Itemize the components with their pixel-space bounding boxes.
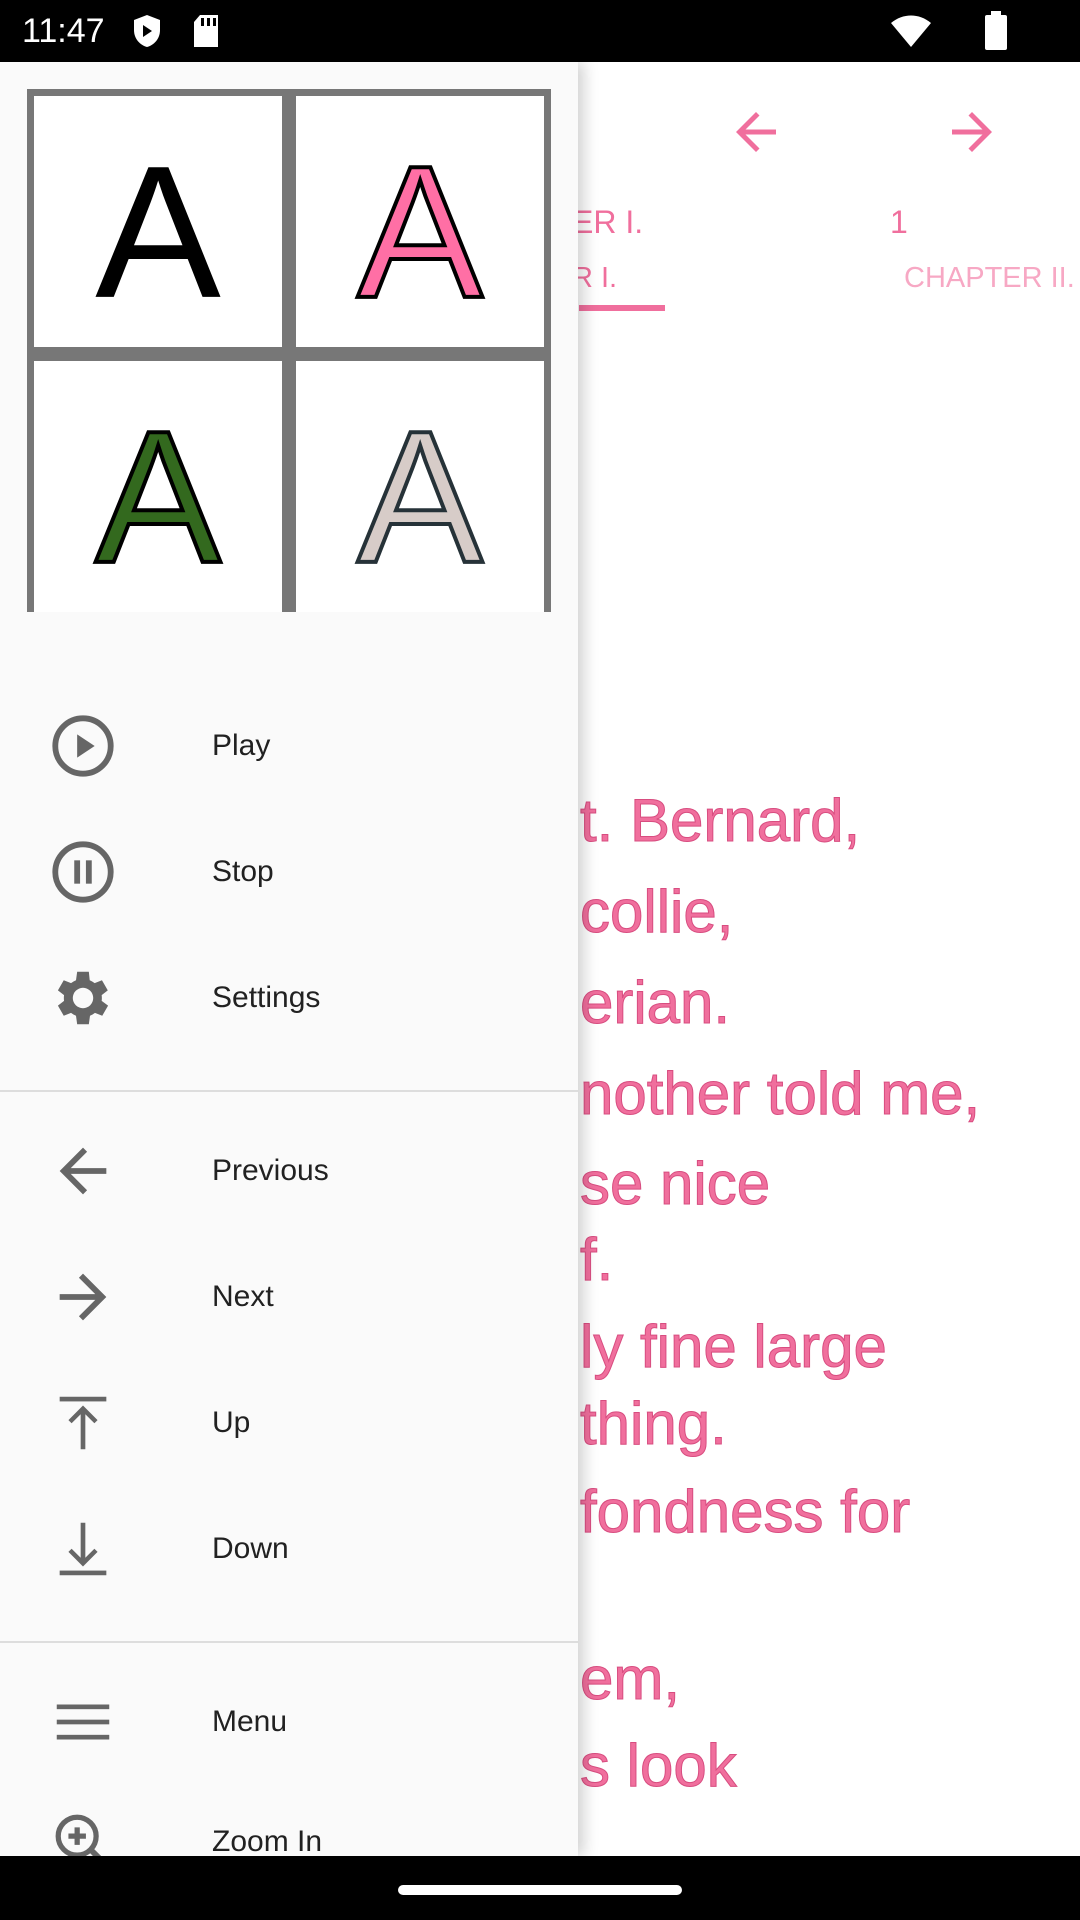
text-line: t. Bernard, (579, 787, 861, 855)
tab-indicator (579, 305, 665, 311)
letter-a-icon: A (355, 389, 485, 604)
menu-item-label: Stop (212, 855, 274, 888)
menu-item-label: Zoom In (212, 1825, 323, 1856)
tab-chapter-1[interactable]: R I. (572, 262, 617, 295)
wifi-icon (891, 15, 931, 47)
menu-item-play[interactable]: Play (0, 691, 578, 801)
menu-item-label: Play (212, 729, 271, 762)
tab-chapter-2[interactable]: CHAPTER II. (904, 262, 1075, 295)
letter-a-icon: A (95, 126, 221, 337)
svg-text:A: A (357, 391, 483, 602)
text-line: collie, (579, 878, 734, 946)
text-line: em, (579, 1645, 681, 1713)
menu-item-stop[interactable]: Stop (0, 817, 578, 927)
svg-text:A: A (357, 126, 483, 337)
pause-circle-icon (52, 841, 114, 903)
text-line: thing. (580, 1390, 728, 1458)
menu-item-label: Settings (212, 981, 321, 1014)
menu-item-label: Next (212, 1280, 274, 1313)
menu-item-label: Down (212, 1532, 289, 1565)
text-line: s look (580, 1732, 738, 1800)
text-line: se nice (579, 1150, 771, 1218)
font-style-option[interactable]: A (296, 361, 544, 613)
text-line: erian. (579, 969, 731, 1037)
page-number: 1 (890, 204, 908, 240)
play-circle-icon (52, 715, 114, 777)
menu-item-down[interactable]: Down (0, 1494, 578, 1604)
menu-item-label: Previous (212, 1154, 329, 1187)
arrow-down-bar-icon (59, 1522, 107, 1576)
menu-item-label: Menu (212, 1705, 288, 1738)
prev-page-button[interactable] (726, 102, 786, 162)
navigation-bar (0, 1856, 1080, 1920)
menu-item-zoom-in[interactable]: Zoom In (0, 1787, 578, 1856)
navigation-drawer: AAAA Play Stop Settings Previous Next Up Down M… (0, 62, 578, 1856)
font-style-option[interactable]: A (34, 361, 282, 613)
text-line: fondness for (579, 1478, 911, 1546)
font-style-option[interactable]: A (296, 96, 544, 348)
clock: 11:47 (22, 12, 105, 50)
menu-item-previous[interactable]: Previous (0, 1116, 578, 1226)
zoom-in-icon (55, 1814, 102, 1856)
next-page-button[interactable] (942, 102, 1002, 162)
divider (0, 1090, 578, 1092)
arrow-right-icon (59, 1273, 107, 1321)
chapter-title: ER I. (572, 204, 644, 240)
arrow-up-bar-icon (59, 1396, 107, 1450)
text-line: ly fine large (580, 1313, 888, 1381)
menu-item-menu[interactable]: Menu (0, 1667, 578, 1777)
text-line: f. (579, 1226, 614, 1294)
menu-icon (56, 1704, 110, 1740)
letter-a-icon: A (93, 389, 223, 604)
menu-item-up[interactable]: Up (0, 1368, 578, 1478)
menu-item-settings[interactable]: Settings (0, 943, 578, 1053)
gear-icon (57, 971, 109, 1025)
status-bar: 11:47 (0, 0, 1080, 62)
battery-icon (985, 11, 1007, 50)
font-style-option[interactable]: A (34, 96, 282, 348)
svg-text:A: A (95, 126, 221, 337)
home-gesture-handle[interactable] (398, 1885, 682, 1895)
shield-icon (134, 15, 160, 47)
arrow-left-icon (59, 1147, 107, 1195)
letter-a-icon: A (355, 124, 485, 339)
text-line: nother told me, (579, 1060, 981, 1128)
divider (0, 1641, 578, 1643)
sd-card-icon (194, 15, 218, 47)
menu-item-label: Up (212, 1406, 251, 1439)
menu-item-next[interactable]: Next (0, 1242, 578, 1352)
font-style-grid: AAAA (27, 89, 551, 613)
svg-text:A: A (95, 391, 221, 602)
